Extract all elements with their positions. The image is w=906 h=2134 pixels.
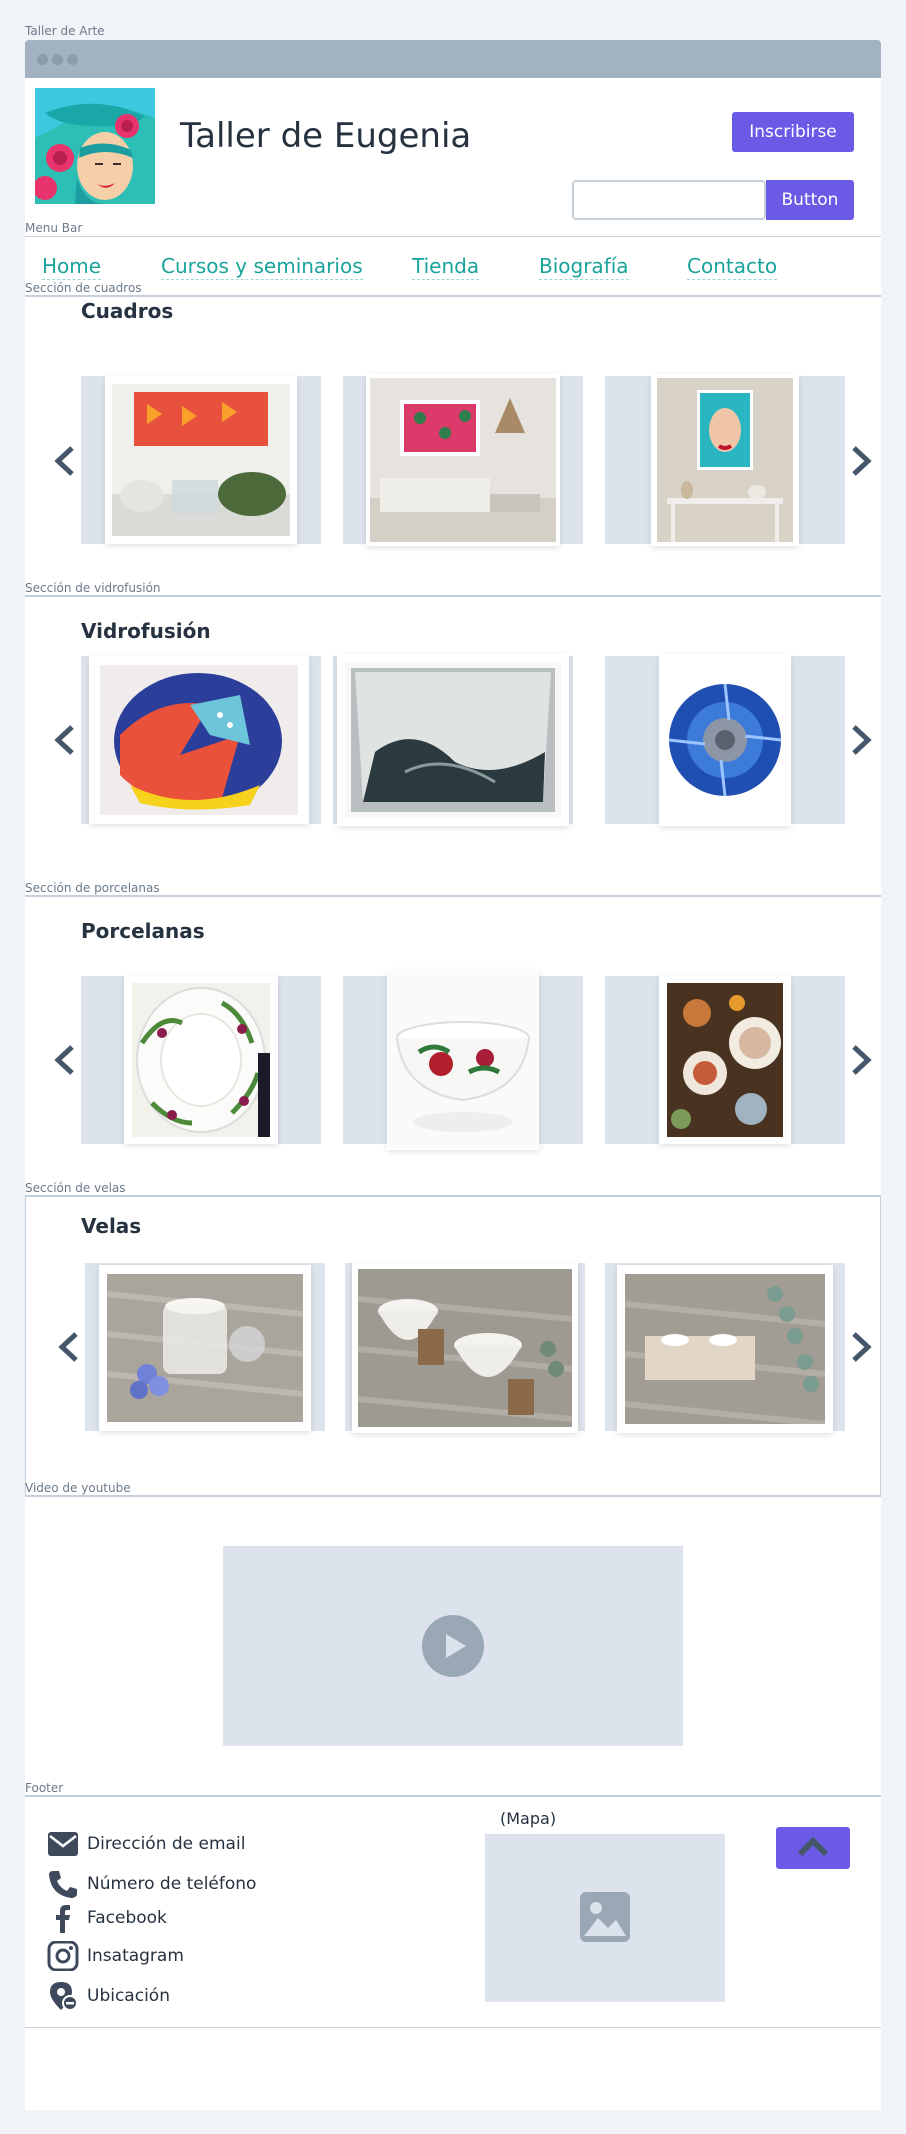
video-section-label: Video de youtube <box>25 1481 131 1495</box>
signup-button[interactable]: Inscribirse <box>732 112 854 152</box>
porcelanas-section-label: Sección de porcelanas <box>25 881 160 895</box>
chevron-left-icon[interactable] <box>52 1043 78 1077</box>
chevron-right-icon[interactable] <box>848 1330 874 1364</box>
site-logo[interactable] <box>35 88 155 204</box>
footer-email-label: Dirección de email <box>87 1834 246 1854</box>
chevron-right-icon[interactable] <box>848 723 874 757</box>
chevron-right-icon[interactable] <box>848 1043 874 1077</box>
vidrofusion-title: Vidrofusión <box>81 619 211 643</box>
map-placeholder[interactable] <box>485 1834 725 2002</box>
vela-image-2[interactable] <box>352 1263 578 1433</box>
vidrofusion-image-2[interactable] <box>337 654 569 826</box>
footer-instagram-label: Insatagram <box>87 1946 184 1966</box>
location-pin-icon <box>50 1982 78 2011</box>
cuadro-image-3[interactable] <box>651 374 799 546</box>
chevron-left-icon[interactable] <box>52 444 78 478</box>
window-dot-icon <box>67 54 78 65</box>
map-label: (Mapa) <box>500 1809 557 1828</box>
porcelana-image-2[interactable] <box>387 970 539 1150</box>
vela-image-3[interactable] <box>617 1265 833 1433</box>
envelope-icon <box>48 1832 78 1856</box>
nav-biografia[interactable]: Biografía <box>539 254 629 280</box>
velas-title: Velas <box>81 1214 142 1238</box>
velas-section-label: Sección de velas <box>25 1181 126 1195</box>
site-title: Taller de Eugenia <box>180 116 472 156</box>
search-input[interactable] <box>572 180 766 220</box>
window-dot-icon <box>37 54 48 65</box>
vela-image-1[interactable] <box>99 1265 311 1431</box>
image-placeholder-icon <box>580 1892 630 1942</box>
chevron-left-icon[interactable] <box>56 1330 82 1364</box>
chevron-up-icon <box>797 1836 829 1857</box>
window-title-bar <box>25 40 881 78</box>
cuadro-image-2[interactable] <box>366 374 560 546</box>
cuadros-title: Cuadros <box>81 299 174 323</box>
cuadros-section-label: Sección de cuadros <box>25 281 142 295</box>
footer-facebook-label: Facebook <box>87 1908 167 1928</box>
chevron-right-icon[interactable] <box>848 444 874 478</box>
cuadro-image-1[interactable] <box>105 376 297 544</box>
play-icon[interactable] <box>422 1615 484 1677</box>
nav-cursos[interactable]: Cursos y seminarios <box>161 254 363 280</box>
phone-icon <box>49 1871 77 1898</box>
nav-contacto[interactable]: Contacto <box>687 254 778 280</box>
search-button[interactable]: Button <box>766 180 854 220</box>
porcelana-image-1[interactable] <box>124 976 278 1144</box>
nav-tienda[interactable]: Tienda <box>412 254 480 280</box>
instagram-icon <box>47 1941 79 1971</box>
facebook-icon <box>56 1905 70 1933</box>
vidrofusion-image-1[interactable] <box>89 656 309 824</box>
window-dot-icon <box>52 54 63 65</box>
nav-home[interactable]: Home <box>42 254 102 280</box>
footer-phone-label: Número de teléfono <box>87 1874 257 1894</box>
porcelana-image-3[interactable] <box>659 976 791 1144</box>
vidrofusion-section-label: Sección de vidrofusión <box>25 581 161 595</box>
porcelanas-title: Porcelanas <box>81 919 205 943</box>
footer-label: Footer <box>25 1781 64 1795</box>
back-to-top-button[interactable] <box>776 1827 850 1869</box>
menu-bar-label: Menu Bar <box>25 221 83 235</box>
footer-location-label: Ubicación <box>87 1986 170 2006</box>
chevron-left-icon[interactable] <box>52 723 78 757</box>
vidrofusion-image-3[interactable] <box>659 654 791 826</box>
youtube-video-placeholder[interactable] <box>223 1546 683 1746</box>
frame-label: Taller de Arte <box>25 24 105 38</box>
